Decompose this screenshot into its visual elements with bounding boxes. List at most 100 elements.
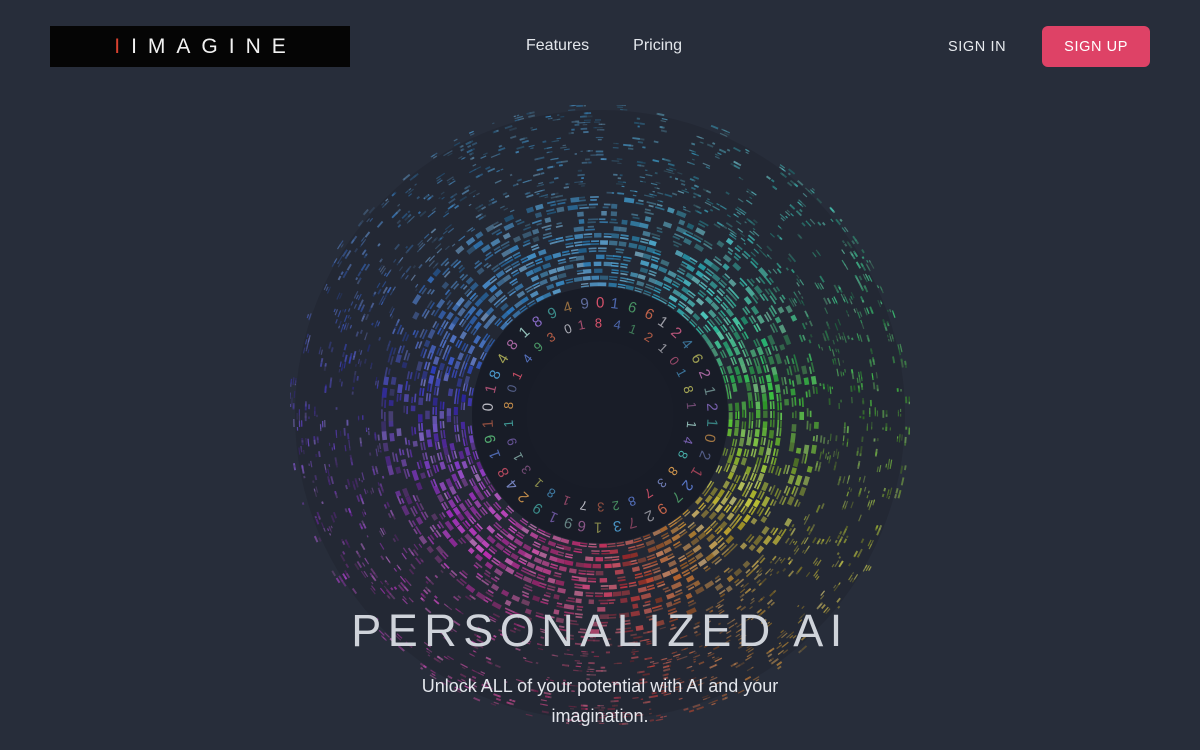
art-tile <box>608 584 617 590</box>
art-tile <box>840 399 842 403</box>
art-tile <box>425 410 430 420</box>
site-header: IIMAGINE Features Pricing SIGN IN SIGN U… <box>0 0 1200 92</box>
art-tile <box>432 416 438 425</box>
art-tile <box>571 128 575 131</box>
art-tile <box>595 570 604 576</box>
art-tile <box>900 477 905 486</box>
art-tile <box>580 150 583 153</box>
art-tile <box>611 191 615 194</box>
art-tile <box>755 401 761 410</box>
art-tile <box>595 136 604 139</box>
art-tile <box>885 410 888 416</box>
art-tile <box>603 203 611 206</box>
art-core-digit: 0 <box>480 402 498 412</box>
art-tile <box>869 411 871 417</box>
art-tile <box>839 218 843 222</box>
art-tile <box>617 177 622 180</box>
art-tile <box>296 427 299 431</box>
art-tile <box>578 247 587 254</box>
art-tile <box>897 495 901 499</box>
art-tile <box>600 158 607 161</box>
art-tile <box>589 282 599 287</box>
art-tile <box>806 408 809 417</box>
art-tile <box>574 123 580 126</box>
sign-in-link[interactable]: SIGN IN <box>946 33 1008 61</box>
nav-item-features[interactable]: Features <box>520 30 595 62</box>
art-tile <box>583 105 587 107</box>
art-tile <box>367 427 370 431</box>
art-tile <box>861 249 865 254</box>
art-core-digit: 3 <box>597 499 604 514</box>
art-tile <box>290 403 292 407</box>
art-tile <box>755 409 761 419</box>
art-tile <box>585 115 593 118</box>
art-tile <box>591 240 600 243</box>
art-tile <box>290 393 291 398</box>
art-tile <box>619 174 623 177</box>
art-tile <box>582 123 588 126</box>
art-tile <box>595 557 604 562</box>
art-tile <box>595 595 603 598</box>
art-tile <box>602 206 609 209</box>
art-tile <box>574 153 577 155</box>
art-tile <box>290 378 293 384</box>
art-tile <box>578 219 585 225</box>
art-tile <box>861 256 865 260</box>
art-tile <box>590 154 598 156</box>
art-tile <box>592 563 601 569</box>
art-tile <box>585 158 590 161</box>
art-inner-void <box>526 341 674 489</box>
nav-item-pricing[interactable]: Pricing <box>627 30 688 62</box>
art-tile <box>899 408 902 412</box>
art-tile <box>578 576 587 583</box>
art-tile <box>900 413 902 417</box>
art-tile <box>388 400 394 406</box>
logo[interactable]: IIMAGINE <box>50 26 350 67</box>
art-tile <box>294 378 297 385</box>
art-tile <box>388 411 394 422</box>
art-tile <box>876 410 879 417</box>
art-tile <box>596 153 604 156</box>
hero-copy: PERSONALIZED AI Unlock ALL of your poten… <box>0 600 1200 731</box>
art-tile <box>335 435 338 439</box>
art-tile <box>453 416 456 424</box>
main-navigation: Features Pricing <box>520 30 688 62</box>
art-tile <box>891 310 896 318</box>
art-tile <box>292 377 295 386</box>
art-tile <box>599 218 606 221</box>
art-tile <box>585 556 594 562</box>
art-tile <box>591 275 600 280</box>
art-tile <box>383 411 386 422</box>
art-tile <box>599 129 605 131</box>
art-tile <box>314 411 316 416</box>
art-tile <box>599 577 608 583</box>
art-tile <box>362 210 368 216</box>
art-tile <box>898 489 902 497</box>
sign-up-button[interactable]: SIGN UP <box>1042 26 1150 67</box>
art-tile <box>583 112 588 115</box>
art-tile <box>617 106 623 109</box>
art-tile <box>866 426 869 431</box>
art-core-digit: 1 <box>684 401 700 410</box>
art-core-digit: 1 <box>480 419 498 429</box>
art-tile <box>819 383 822 387</box>
art-tile <box>403 393 410 403</box>
art-tile <box>362 415 364 420</box>
art-tile <box>529 111 535 115</box>
art-tile <box>298 409 301 416</box>
art-tile <box>876 284 879 288</box>
art-tile <box>751 412 754 421</box>
art-tile <box>389 432 395 442</box>
art-tile <box>742 409 744 418</box>
art-tile <box>610 211 618 217</box>
art-tile <box>794 410 797 419</box>
art-tile <box>301 440 304 443</box>
art-tile <box>768 391 775 400</box>
art-tile <box>589 206 596 209</box>
art-tile <box>886 309 889 313</box>
art-tile <box>582 268 592 274</box>
art-tile <box>603 235 612 238</box>
art-tile <box>876 438 879 442</box>
art-tile <box>351 391 354 395</box>
art-tile <box>762 401 768 410</box>
